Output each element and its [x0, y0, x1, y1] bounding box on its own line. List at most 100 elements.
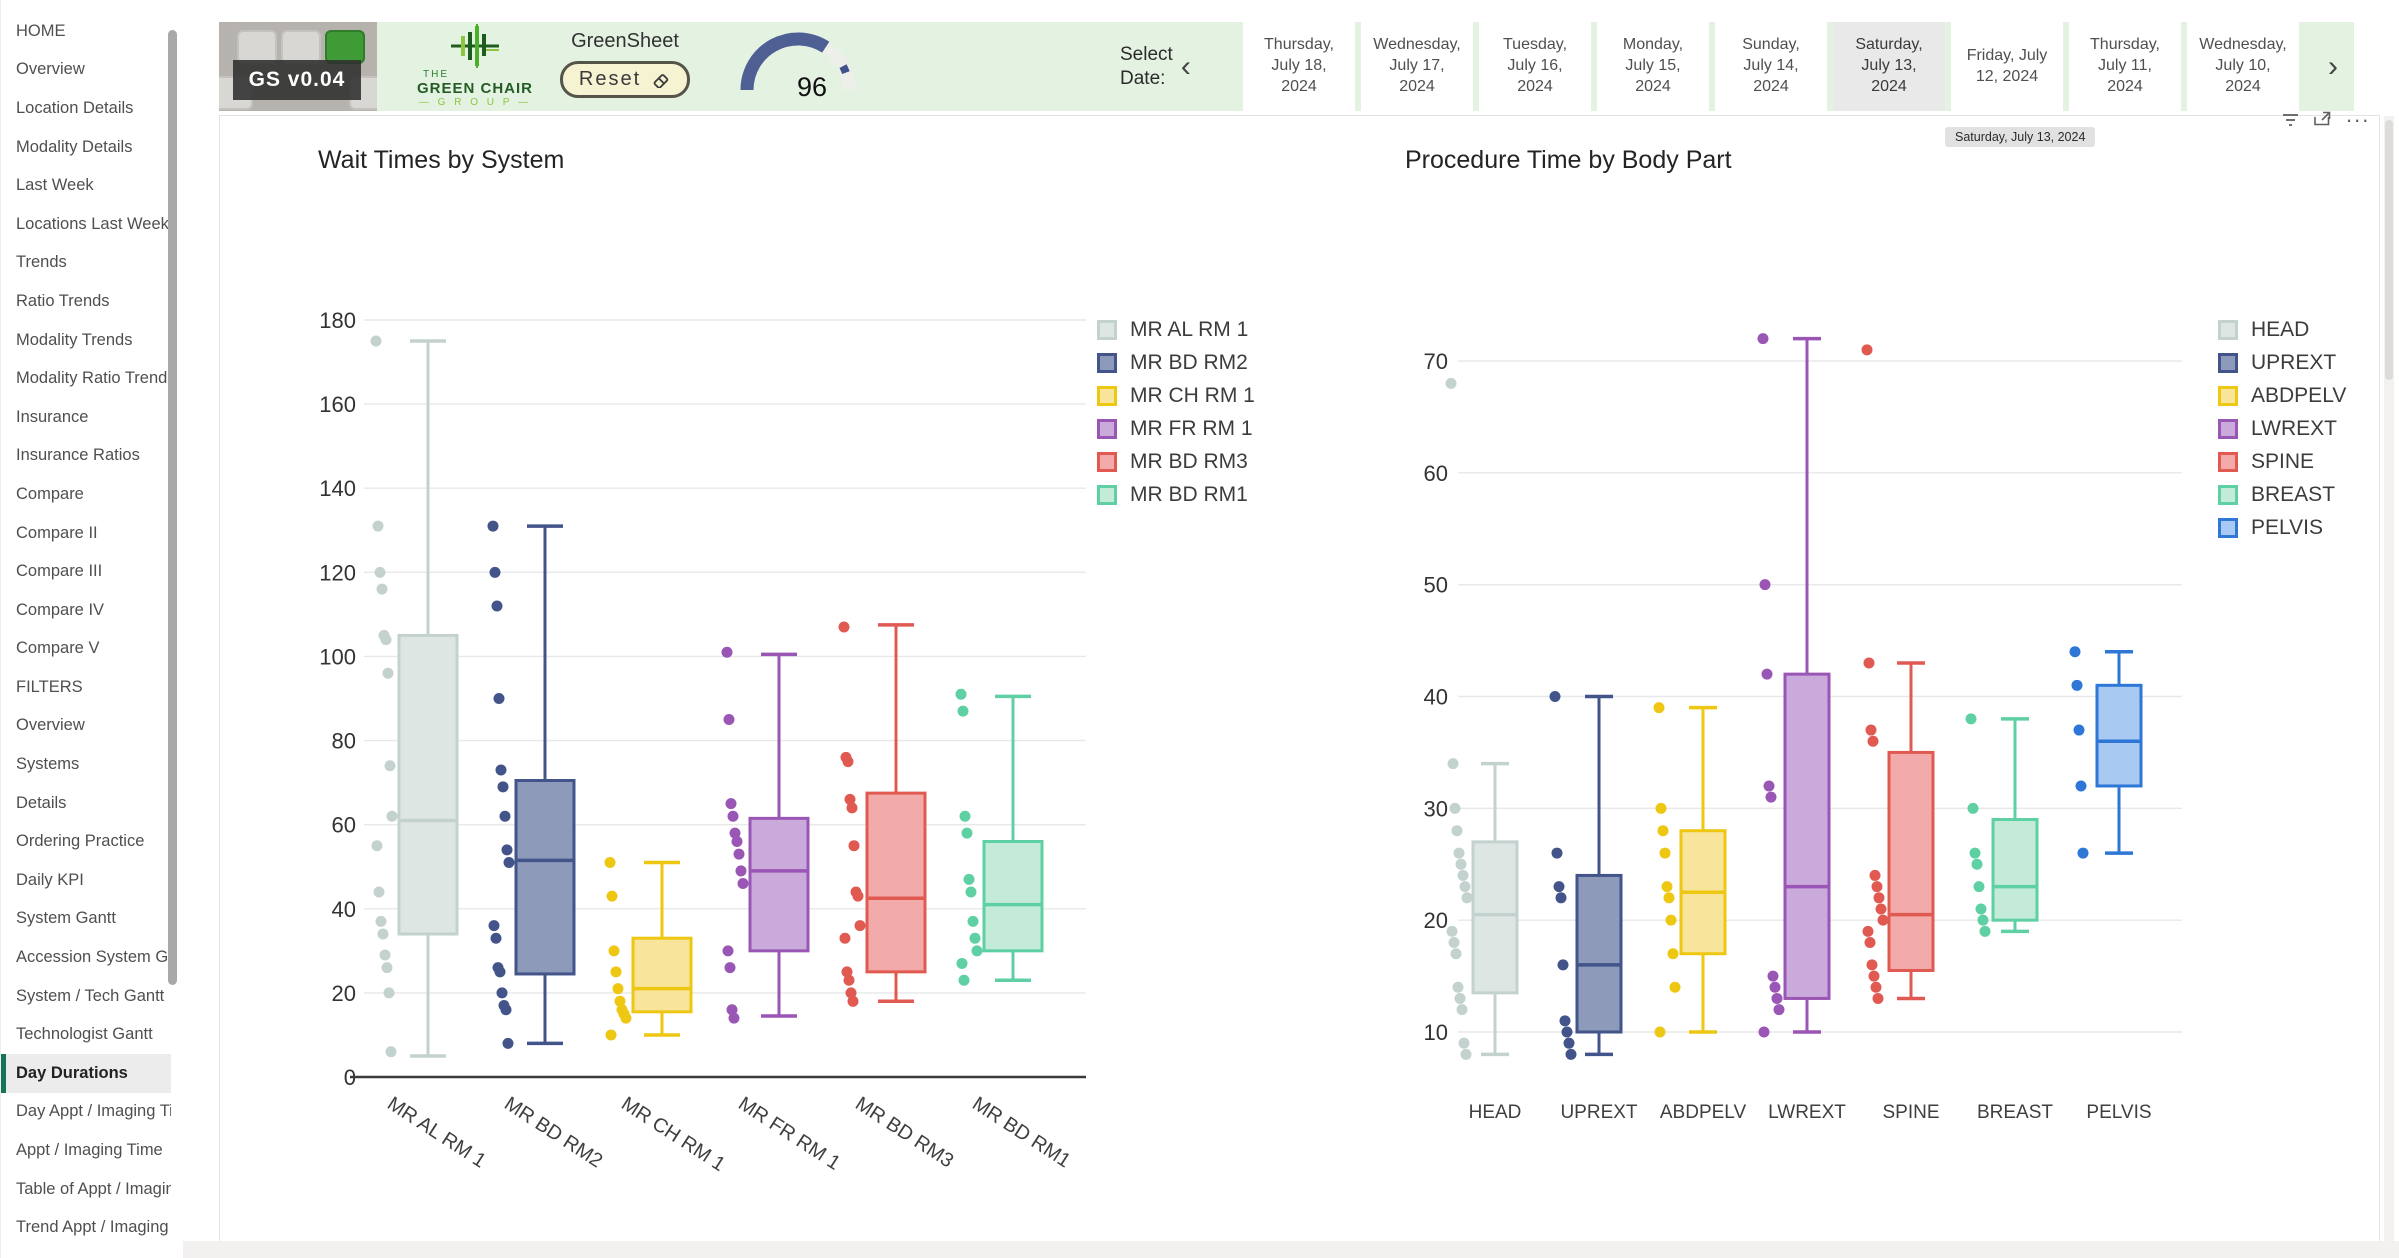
date-card[interactable]: Monday,July 15,2024	[1597, 22, 1709, 111]
data-point[interactable]	[1870, 870, 1881, 881]
data-point[interactable]	[1764, 780, 1775, 791]
data-point[interactable]	[494, 693, 505, 704]
data-point[interactable]	[491, 933, 502, 944]
date-card[interactable]: Sunday,July 14,2024	[1715, 22, 1827, 111]
data-point[interactable]	[729, 1013, 740, 1024]
sidebar-item-modality-details[interactable]: Modality Details	[1, 128, 171, 167]
data-point[interactable]	[728, 811, 739, 822]
legend-item-breast[interactable]: BREAST	[2218, 483, 2346, 507]
data-point[interactable]	[1865, 937, 1876, 948]
data-point[interactable]	[606, 1029, 617, 1040]
data-point[interactable]	[1560, 1015, 1571, 1026]
data-point[interactable]	[371, 336, 382, 347]
data-point[interactable]	[498, 781, 509, 792]
data-point[interactable]	[1864, 657, 1875, 668]
sidebar-item-accession-system-gantt[interactable]: Accession System Gantt	[1, 938, 171, 977]
data-point[interactable]	[1862, 344, 1873, 355]
data-point[interactable]	[1760, 579, 1771, 590]
sidebar-item-compare-v[interactable]: Compare V	[1, 630, 171, 669]
data-point[interactable]	[1658, 825, 1669, 836]
data-point[interactable]	[1863, 926, 1874, 937]
data-point[interactable]	[960, 811, 971, 822]
data-point[interactable]	[1662, 881, 1673, 892]
data-point[interactable]	[1976, 903, 1987, 914]
box-mr-al-rm-1[interactable]	[371, 336, 458, 1058]
data-point[interactable]	[1664, 892, 1675, 903]
data-point[interactable]	[724, 714, 735, 725]
data-point[interactable]	[1874, 892, 1885, 903]
data-point[interactable]	[1446, 378, 1457, 389]
data-point[interactable]	[500, 811, 511, 822]
data-point[interactable]	[1556, 892, 1567, 903]
data-point[interactable]	[1966, 713, 1977, 724]
sidebar-item-ordering-practice[interactable]: Ordering Practice	[1, 822, 171, 861]
data-point[interactable]	[956, 689, 967, 700]
data-point[interactable]	[839, 622, 850, 633]
data-point[interactable]	[375, 567, 386, 578]
sidebar-item-ratio-trends[interactable]: Ratio Trends	[1, 282, 171, 321]
data-point[interactable]	[489, 920, 500, 931]
data-point[interactable]	[1878, 915, 1889, 926]
data-point[interactable]	[1461, 1049, 1472, 1060]
sidebar-item-day-appt-imaging-ti[interactable]: Day Appt / Imaging Ti...	[1, 1093, 171, 1132]
sidebar-item-trend-appt-imaging[interactable]: Trend Appt / Imaging ...	[1, 1208, 171, 1247]
sidebar-scrollbar[interactable]	[168, 30, 177, 985]
data-point[interactable]	[501, 1004, 512, 1015]
sidebar-item-modality-trends[interactable]: Modality Trends	[1, 321, 171, 360]
data-point[interactable]	[966, 886, 977, 897]
data-point[interactable]	[1452, 825, 1463, 836]
data-point[interactable]	[958, 706, 969, 717]
data-point[interactable]	[503, 1038, 514, 1049]
data-point[interactable]	[488, 521, 499, 532]
sidebar-item-system-tech-gantt[interactable]: System / Tech Gantt	[1, 977, 171, 1016]
data-point[interactable]	[385, 760, 396, 771]
data-point[interactable]	[1668, 948, 1679, 959]
data-point[interactable]	[1457, 1004, 1468, 1015]
data-point[interactable]	[848, 996, 859, 1007]
data-point[interactable]	[381, 634, 392, 645]
data-point[interactable]	[840, 933, 851, 944]
data-point[interactable]	[1869, 971, 1880, 982]
sidebar-item-insurance[interactable]: Insurance	[1, 398, 171, 437]
data-point[interactable]	[1462, 892, 1473, 903]
data-point[interactable]	[2070, 646, 2081, 657]
procedure-time-boxplot[interactable]: 10203040506070HEADUPREXTABDPELVLWREXTSPI…	[1400, 300, 2200, 1180]
data-point[interactable]	[962, 828, 973, 839]
data-point[interactable]	[1654, 702, 1665, 713]
sidebar-item-location-details[interactable]: Location Details	[1, 89, 171, 128]
data-point[interactable]	[1558, 959, 1569, 970]
data-point[interactable]	[1451, 948, 1462, 959]
date-card[interactable]: Wednesday,July 17,2024	[1361, 22, 1473, 111]
data-point[interactable]	[847, 802, 858, 813]
legend-item-mr-ch-rm-1[interactable]: MR CH RM 1	[1097, 384, 1255, 408]
data-point[interactable]	[1762, 669, 1773, 680]
data-point[interactable]	[1655, 1027, 1666, 1038]
box-head[interactable]	[1446, 378, 1518, 1060]
data-point[interactable]	[376, 916, 387, 927]
chevron-left-icon[interactable]: ‹	[1181, 50, 1191, 84]
legend-item-abdpelv[interactable]: ABDPELV	[2218, 384, 2346, 408]
filter-icon[interactable]	[2282, 112, 2299, 127]
data-point[interactable]	[1866, 725, 1877, 736]
data-point[interactable]	[849, 840, 860, 851]
sidebar-item-locations-last-week[interactable]: Locations Last Week	[1, 205, 171, 244]
legend-item-uprext[interactable]: UPREXT	[2218, 351, 2346, 375]
data-point[interactable]	[736, 865, 747, 876]
data-point[interactable]	[1758, 333, 1769, 344]
data-point[interactable]	[1868, 736, 1879, 747]
data-point[interactable]	[1774, 1004, 1785, 1015]
data-point[interactable]	[968, 916, 979, 927]
data-point[interactable]	[384, 987, 395, 998]
data-point[interactable]	[844, 975, 855, 986]
data-point[interactable]	[1871, 982, 1882, 993]
data-point[interactable]	[2076, 780, 2087, 791]
data-point[interactable]	[374, 886, 385, 897]
data-point[interactable]	[1454, 848, 1465, 859]
sidebar-item-filters[interactable]: FILTERS	[1, 668, 171, 707]
data-point[interactable]	[1770, 982, 1781, 993]
data-point[interactable]	[1460, 881, 1471, 892]
data-point[interactable]	[502, 844, 513, 855]
box-uprext[interactable]	[1550, 691, 1622, 1060]
data-point[interactable]	[1449, 937, 1460, 948]
box-mr-bd-rm1[interactable]	[956, 689, 1043, 986]
